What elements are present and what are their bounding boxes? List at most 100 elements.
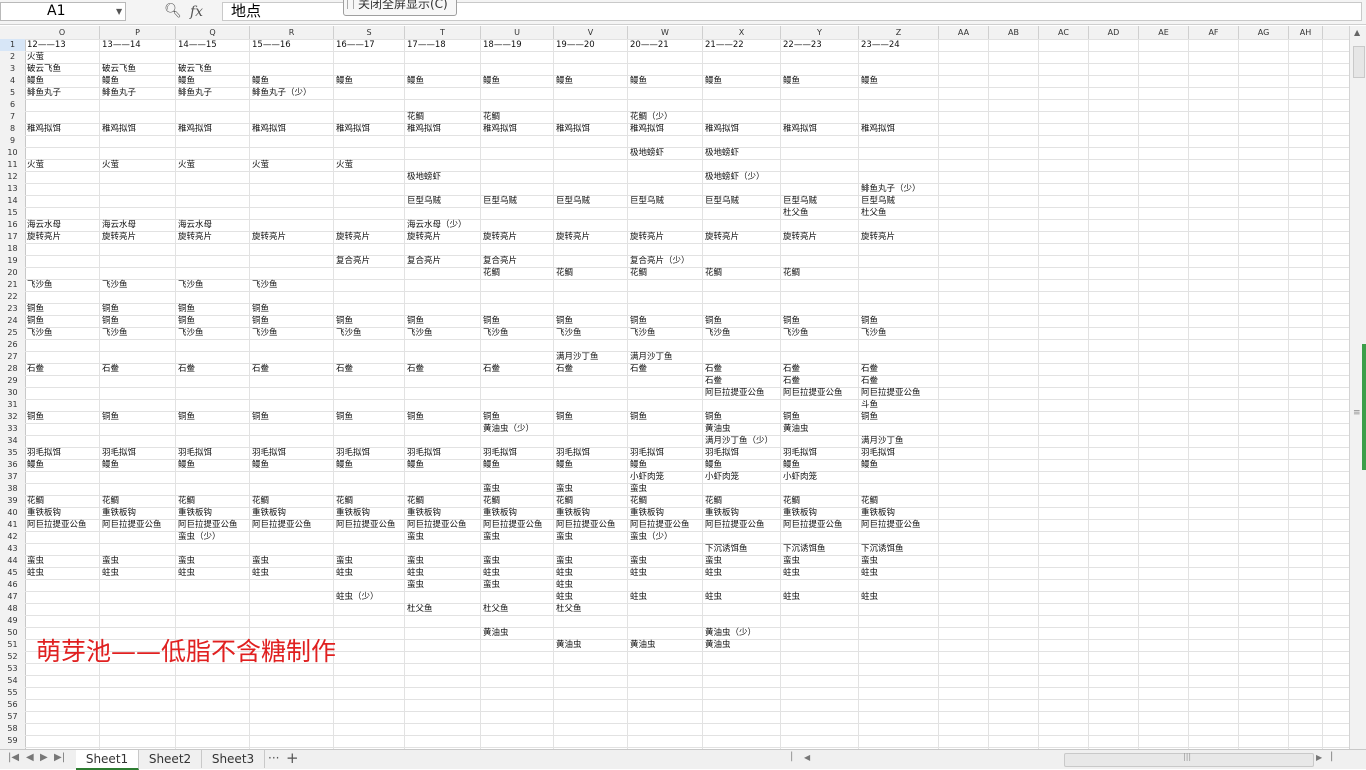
column-header[interactable]: AC (1039, 26, 1089, 39)
table-cell[interactable]: 鳗鱼 (334, 459, 353, 471)
table-cell[interactable]: 花鲷 (100, 495, 119, 507)
row-header[interactable]: 13 (0, 183, 25, 195)
table-cell[interactable]: 鳗鱼 (25, 459, 44, 471)
table-cell[interactable]: 19——20 (554, 39, 595, 51)
table-cell[interactable]: 铜鱼 (859, 411, 878, 423)
table-cell[interactable]: 鳗鱼 (100, 459, 119, 471)
row-header[interactable]: 35 (0, 447, 25, 459)
table-cell[interactable]: 铜鱼 (100, 411, 119, 423)
column-header[interactable]: W (628, 26, 703, 39)
row-header[interactable]: 48 (0, 603, 25, 615)
table-cell[interactable]: 16——17 (334, 39, 375, 51)
table-cell[interactable]: 羽毛拟饵 (334, 447, 370, 459)
table-cell[interactable]: 蛀虫 (628, 591, 647, 603)
table-cell[interactable]: 石鲞 (554, 363, 573, 375)
table-cell[interactable]: 极地螃虾（少） (703, 171, 765, 183)
table-cell[interactable]: 飞沙鱼 (859, 327, 887, 339)
table-cell[interactable]: 极地螃虾 (703, 147, 739, 159)
row-header[interactable]: 33 (0, 423, 25, 435)
table-cell[interactable]: 蛮虫 (250, 555, 269, 567)
table-cell[interactable]: 蛮虫 (481, 579, 500, 591)
column-header[interactable]: AA (939, 26, 989, 39)
table-cell[interactable]: 鲱鱼丸子 (25, 87, 61, 99)
table-cell[interactable]: 石鲞 (628, 363, 647, 375)
column-header[interactable]: Q (176, 26, 250, 39)
table-cell[interactable]: 鲱鱼丸子 (100, 87, 136, 99)
table-cell[interactable]: 蛀虫 (405, 567, 424, 579)
table-cell[interactable]: 旋转亮片 (554, 231, 590, 243)
table-cell[interactable]: 小虾肉笼 (703, 471, 739, 483)
row-header[interactable]: 25 (0, 327, 25, 339)
table-cell[interactable]: 稚鸡拟饵 (628, 123, 664, 135)
table-cell[interactable]: 花鲷 (781, 495, 800, 507)
row-header[interactable]: 59 (0, 735, 25, 747)
exit-fullscreen-button[interactable]: 关闭全屏显示(C) (343, 0, 457, 16)
table-cell[interactable]: 铜鱼 (628, 315, 647, 327)
table-cell[interactable]: 蛮虫 (554, 531, 573, 543)
table-cell[interactable]: 蛀虫 (481, 567, 500, 579)
table-cell[interactable]: 小虾肉笼 (628, 471, 664, 483)
table-cell[interactable]: 满月沙丁鱼（少） (703, 435, 773, 447)
table-cell[interactable]: 铜鱼 (405, 411, 424, 423)
table-cell[interactable]: 鳗鱼 (481, 459, 500, 471)
table-cell[interactable]: 满月沙丁鱼 (859, 435, 904, 447)
table-cell[interactable]: 旋转亮片 (176, 231, 212, 243)
sheet-tab-3[interactable]: Sheet3 (202, 750, 265, 768)
table-cell[interactable]: 杜父鱼 (405, 603, 433, 615)
prev-sheet-icon[interactable]: ◀ (26, 752, 34, 763)
table-cell[interactable]: 黄油虫（少） (481, 423, 534, 435)
table-cell[interactable]: 铜鱼 (859, 315, 878, 327)
add-sheet-icon[interactable]: + (286, 749, 299, 767)
column-header[interactable]: V (554, 26, 628, 39)
table-cell[interactable]: 满月沙丁鱼 (628, 351, 673, 363)
row-header[interactable]: 43 (0, 543, 25, 555)
row-header[interactable]: 47 (0, 591, 25, 603)
scroll-left-icon[interactable]: ◀ (804, 753, 810, 762)
table-cell[interactable]: 花鲷 (554, 495, 573, 507)
table-cell[interactable]: 海云水母 (176, 219, 212, 231)
table-cell[interactable]: 22——23 (781, 39, 822, 51)
table-cell[interactable]: 鳗鱼 (703, 75, 722, 87)
table-cell[interactable]: 蛮虫 (405, 531, 424, 543)
table-cell[interactable]: 蛀虫 (25, 567, 44, 579)
table-cell[interactable]: 花鲷 (628, 267, 647, 279)
table-cell[interactable]: 鳗鱼 (781, 459, 800, 471)
row-header[interactable]: 27 (0, 351, 25, 363)
table-cell[interactable]: 极地螃虾 (628, 147, 664, 159)
table-cell[interactable]: 稚鸡拟饵 (481, 123, 517, 135)
table-cell[interactable]: 羽毛拟饵 (100, 447, 136, 459)
row-header[interactable]: 7 (0, 111, 25, 123)
table-cell[interactable]: 花鲷 (405, 495, 424, 507)
row-header[interactable]: 22 (0, 291, 25, 303)
first-sheet-icon[interactable]: |◀ (8, 752, 19, 763)
table-cell[interactable]: 阿巨拉提亚公鱼 (481, 519, 543, 531)
table-cell[interactable]: 海云水母（少） (405, 219, 467, 231)
table-cell[interactable]: 蛮虫 (859, 555, 878, 567)
table-cell[interactable]: 重铁板钩 (628, 507, 664, 519)
table-cell[interactable]: 铜鱼 (100, 315, 119, 327)
table-cell[interactable]: 海云水母 (100, 219, 136, 231)
row-header[interactable]: 51 (0, 639, 25, 651)
table-cell[interactable]: 铜鱼 (481, 315, 500, 327)
table-cell[interactable]: 14——15 (176, 39, 217, 51)
table-cell[interactable]: 下沉诱饵鱼 (781, 543, 826, 555)
row-header[interactable]: 17 (0, 231, 25, 243)
row-header[interactable]: 32 (0, 411, 25, 423)
column-header[interactable]: Z (859, 26, 939, 39)
table-cell[interactable]: 蛀虫 (250, 567, 269, 579)
row-header[interactable]: 4 (0, 75, 25, 87)
table-cell[interactable]: 石鲞 (334, 363, 353, 375)
table-cell[interactable]: 铜鱼 (703, 315, 722, 327)
table-cell[interactable]: 鳗鱼 (859, 75, 878, 87)
column-header[interactable]: O (25, 26, 100, 39)
table-cell[interactable]: 21——22 (703, 39, 744, 51)
row-header[interactable]: 19 (0, 255, 25, 267)
table-cell[interactable]: 羽毛拟饵 (405, 447, 441, 459)
table-cell[interactable]: 花鲷 (481, 111, 500, 123)
table-cell[interactable]: 阿巨拉提亚公鱼 (334, 519, 396, 531)
table-cell[interactable]: 铜鱼 (703, 411, 722, 423)
column-header[interactable]: T (405, 26, 481, 39)
table-cell[interactable]: 稚鸡拟饵 (703, 123, 739, 135)
table-cell[interactable]: 羽毛拟饵 (25, 447, 61, 459)
table-cell[interactable]: 黄油虫 (703, 423, 731, 435)
